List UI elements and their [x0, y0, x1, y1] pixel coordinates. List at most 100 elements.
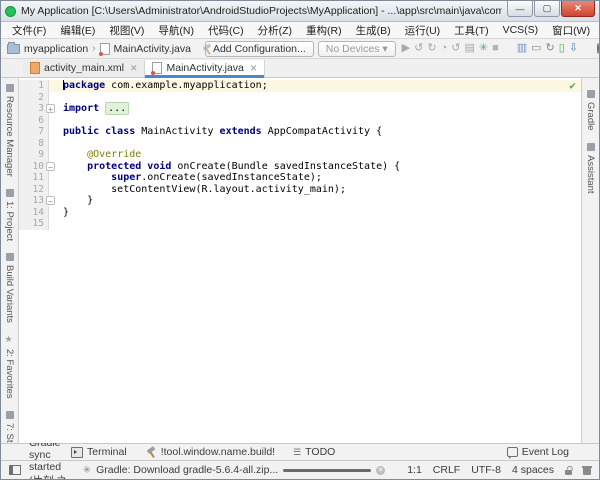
- code-token: super: [111, 172, 142, 183]
- code-line[interactable]: 2: [19, 91, 581, 103]
- apply-changes-icon[interactable]: ↺: [412, 43, 425, 54]
- menu-item[interactable]: 文件(F): [5, 23, 53, 38]
- menu-item[interactable]: VCS(S): [496, 24, 546, 36]
- caret-position[interactable]: 1:1: [407, 464, 422, 476]
- code-text: super.onCreate(savedInstanceState);: [49, 172, 322, 184]
- title-bar[interactable]: My Application [C:\Users\Administrator\A…: [1, 1, 599, 22]
- code-line[interactable]: 3 + import ...: [19, 102, 581, 115]
- sdk-manager-icon[interactable]: ⇩: [567, 43, 580, 54]
- menu-item[interactable]: 编辑(E): [53, 23, 102, 38]
- code-editor[interactable]: 1 package com.example.myapplication; 2 3 + im…: [19, 78, 581, 443]
- debug-icon[interactable]: ✳: [477, 43, 490, 54]
- toolwindow-button-gradle[interactable]: Gradle: [585, 84, 596, 137]
- code-line[interactable]: 15: [19, 218, 581, 230]
- menu-item[interactable]: 运行(U): [398, 23, 448, 38]
- menu-item[interactable]: 窗口(W): [545, 23, 597, 38]
- code-text: }: [49, 195, 93, 207]
- code-token: com.example.myapplication;: [105, 80, 268, 91]
- tab-activity-main-xml[interactable]: activity_main.xml ✕: [23, 60, 146, 77]
- toolwindow-button-event-log[interactable]: Event Log: [506, 446, 569, 459]
- menu-item[interactable]: 导航(N): [151, 23, 201, 38]
- menu-item[interactable]: 代码(C): [201, 23, 251, 38]
- device-selector-dropdown[interactable]: No Devices ▾: [317, 40, 396, 57]
- main-area: Resource Manager 1: Project Build Variant…: [1, 78, 599, 472]
- bottom-toolwindow-bar: Terminal !tool.window.name.build! ☰ TODO Ev…: [1, 443, 599, 460]
- add-configuration-button[interactable]: Add Configuration...: [204, 40, 314, 57]
- apply-code-changes-icon[interactable]: ↻: [425, 43, 438, 54]
- code-line[interactable]: 13− }: [19, 195, 581, 207]
- indent-style[interactable]: 4 spaces: [512, 464, 554, 476]
- breadcrumb: myapplication › MainActivity.java: [7, 41, 191, 56]
- search-icon[interactable]: [597, 43, 599, 54]
- tab-mainactivity-java[interactable]: MainActivity.java ✕: [145, 60, 266, 78]
- breadcrumb-file[interactable]: MainActivity.java: [114, 43, 191, 55]
- task-label[interactable]: Gradle: Download gradle-5.6.4-all.zip...: [96, 464, 278, 476]
- menu-item[interactable]: 重构(R): [299, 23, 349, 38]
- toolwindow-button-assistant[interactable]: Assistant: [585, 137, 596, 200]
- code-text: setContentView(R.layout.activity_main);: [49, 184, 346, 196]
- breadcrumb-project[interactable]: myapplication: [24, 43, 88, 55]
- toolwindow-button-1-project[interactable]: 1: Project: [4, 183, 15, 247]
- fold-collapse-icon[interactable]: −: [46, 196, 55, 206]
- sync-status-text[interactable]: Gradle sync started (片刻 之前): [29, 437, 75, 479]
- inspection-status-icon[interactable]: ✔: [569, 79, 576, 92]
- code-line[interactable]: 14}: [19, 206, 581, 218]
- close-button[interactable]: ✕: [561, 1, 595, 17]
- build-variants-icon: [5, 252, 14, 261]
- toolwindow-button-2-favorites[interactable]: ★ 2: Favorites: [4, 329, 15, 405]
- toolwindow-label: Build Variants: [4, 264, 15, 323]
- code-line[interactable]: 10− protected void onCreate(Bundle saved…: [19, 160, 581, 172]
- menu-item[interactable]: 视图(V): [102, 23, 151, 38]
- toolwindow-toggle-icon[interactable]: [9, 465, 21, 475]
- code-line[interactable]: 1 package com.example.myapplication;: [19, 80, 581, 92]
- tab-label: MainActivity.java: [166, 62, 244, 74]
- terminal-icon: [71, 446, 83, 458]
- menu-item[interactable]: 分析(Z): [251, 23, 299, 38]
- code-token: package: [63, 80, 106, 91]
- code-line[interactable]: 9 @Override: [19, 149, 581, 161]
- line-number: 1: [19, 80, 49, 92]
- tab-close-icon[interactable]: ✕: [130, 63, 138, 74]
- cancel-task-icon[interactable]: ✕: [376, 465, 386, 475]
- menu-item[interactable]: 工具(T): [447, 23, 495, 38]
- code-line[interactable]: 6: [19, 114, 581, 127]
- code-token: MainActivity: [135, 126, 220, 137]
- code-line[interactable]: 7 public class MainActivity extends AppCo…: [19, 126, 581, 138]
- line-separator[interactable]: CRLF: [433, 464, 460, 476]
- sync-gradle-icon[interactable]: ↻: [544, 43, 557, 54]
- toolwindow-button-terminal[interactable]: Terminal: [71, 446, 127, 458]
- readonly-lock-icon[interactable]: [565, 469, 572, 475]
- line-number: 2: [19, 91, 49, 103]
- file-encoding[interactable]: UTF-8: [471, 464, 501, 476]
- code-line[interactable]: 8: [19, 137, 581, 150]
- coverage-icon[interactable]: ▤: [462, 43, 476, 54]
- fold-collapse-icon[interactable]: −: [46, 161, 55, 172]
- tab-close-icon[interactable]: ✕: [250, 63, 258, 74]
- fold-expand-icon[interactable]: +: [46, 104, 55, 114]
- toolwindow-button-resource-manager[interactable]: Resource Manager: [4, 78, 15, 183]
- toolwindow-button-todo[interactable]: ☰ TODO: [293, 446, 335, 458]
- toolwindow-button-build-variants[interactable]: Build Variants: [4, 247, 15, 329]
- menu-item[interactable]: 生成(B): [349, 23, 398, 38]
- rerun-icon[interactable]: ↺: [449, 43, 462, 54]
- code-token: public class: [63, 126, 136, 137]
- trash-icon[interactable]: [582, 466, 592, 475]
- code-line[interactable]: 11 super.onCreate(savedInstanceState);: [19, 172, 581, 184]
- stop-icon[interactable]: ■: [490, 43, 501, 54]
- maximize-button[interactable]: ▢: [534, 1, 560, 17]
- emulator-icon[interactable]: ▭: [529, 43, 543, 54]
- minimize-button[interactable]: —: [507, 1, 533, 17]
- code-line[interactable]: 12 setContentView(R.layout.activity_main…: [19, 183, 581, 196]
- device-manager-icon[interactable]: ▯: [557, 43, 567, 54]
- line-number: 14: [19, 206, 49, 218]
- run-icon[interactable]: ▶: [400, 43, 412, 54]
- line-number: 9: [19, 149, 49, 161]
- toolwindow-button-tool-window-name-build[interactable]: !tool.window.name.build!: [145, 446, 275, 458]
- device-file-explorer-icon[interactable]: ▥: [515, 43, 529, 54]
- code-text: public class MainActivity extends AppCom…: [49, 126, 382, 138]
- profile-icon[interactable]: ◔: [439, 43, 450, 54]
- code-text: import ...: [49, 102, 130, 115]
